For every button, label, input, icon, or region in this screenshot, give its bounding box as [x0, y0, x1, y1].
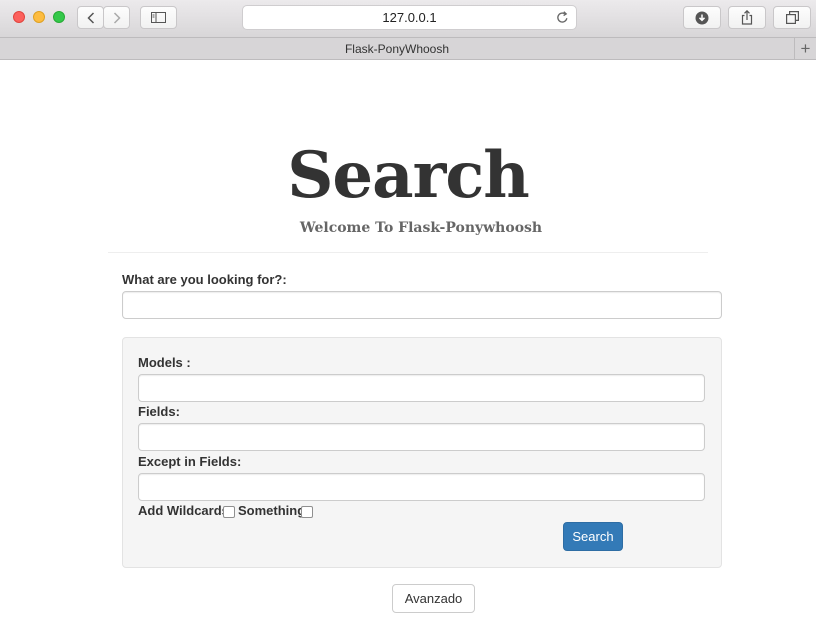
browser-toolbar: 127.0.0.1	[0, 0, 816, 37]
except-fields-label: Except in Fields:	[138, 454, 242, 469]
page-title: Search	[287, 138, 530, 213]
except-fields-input[interactable]	[138, 473, 705, 501]
tab-bar: Flask-PonyWhoosh +	[0, 37, 816, 60]
wildcards-label: Add Wildcards:	[138, 503, 234, 518]
share-button[interactable]	[728, 6, 766, 29]
address-bar[interactable]: 127.0.0.1	[242, 5, 577, 30]
tab-active[interactable]: Flask-PonyWhoosh	[0, 38, 794, 59]
close-window-button[interactable]	[13, 11, 25, 23]
tabs-icon	[785, 11, 799, 24]
new-tab-button[interactable]: +	[794, 38, 816, 59]
models-input[interactable]	[138, 374, 705, 402]
download-icon	[695, 11, 709, 24]
advanced-options-panel	[122, 337, 722, 568]
sidebar-button[interactable]	[140, 6, 177, 29]
wildcards-checkbox[interactable]	[223, 506, 235, 518]
url-text: 127.0.0.1	[382, 10, 437, 25]
zoom-window-button[interactable]	[53, 11, 65, 23]
share-icon	[741, 10, 753, 25]
back-icon	[86, 11, 94, 24]
tabs-overview-button[interactable]	[773, 6, 811, 29]
back-button[interactable]	[77, 6, 104, 29]
advanced-toggle-button[interactable]: Avanzado	[392, 584, 475, 613]
something-label: Something	[238, 503, 306, 518]
reload-icon[interactable]	[556, 11, 569, 24]
fields-input[interactable]	[138, 423, 705, 451]
query-label: What are you looking for?:	[122, 272, 287, 287]
page-subtitle: Welcome To Flask-Ponywhoosh	[299, 220, 543, 236]
fields-label: Fields:	[138, 404, 180, 419]
sidebar-icon	[151, 12, 166, 23]
search-query-input[interactable]	[122, 291, 722, 319]
forward-button[interactable]	[103, 6, 130, 29]
something-checkbox[interactable]	[301, 506, 313, 518]
models-label: Models :	[138, 355, 191, 370]
forward-icon	[113, 11, 121, 24]
search-button[interactable]: Search	[563, 522, 623, 551]
downloads-button[interactable]	[683, 6, 721, 29]
header-divider	[108, 252, 708, 253]
minimize-window-button[interactable]	[33, 11, 45, 23]
